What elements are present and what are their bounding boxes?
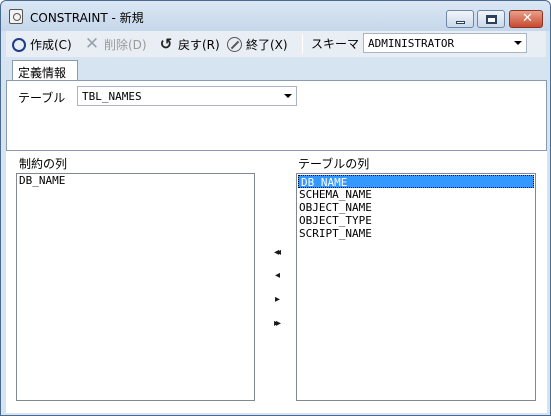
close-button[interactable]: ✕ — [509, 10, 543, 28]
table-columns-list[interactable]: DB_NAME SCHEMA_NAME OBJECT_NAME OBJECT_T… — [296, 173, 536, 401]
list-item[interactable]: OBJECT_NAME — [297, 201, 535, 214]
maximize-button[interactable] — [477, 10, 505, 28]
circle-icon — [12, 37, 26, 52]
list-item[interactable]: SCHEMA_NAME — [297, 188, 535, 201]
table-dropdown[interactable]: TBL_NAMES — [77, 86, 297, 106]
tab-definition[interactable]: 定義情報 — [12, 60, 78, 81]
title-bar[interactable]: CONSTRAINT - 新規 ✕ — [1, 1, 550, 31]
x-icon: ✕ — [84, 34, 100, 54]
back-button[interactable]: ↺ 戻す(R) — [158, 35, 220, 53]
schema-value: ADMINISTRATOR — [368, 37, 455, 50]
chevron-down-icon[interactable] — [284, 94, 292, 98]
schema-dropdown[interactable]: ADMINISTRATOR — [363, 33, 527, 53]
list-item[interactable]: SCRIPT_NAME — [297, 227, 535, 240]
toolbar-separator — [302, 34, 303, 54]
constraint-columns-list[interactable]: DB_NAME — [16, 173, 255, 401]
table-value: TBL_NAMES — [82, 90, 142, 103]
add-all-button[interactable]: ◂◂ — [268, 247, 284, 259]
exit-button[interactable]: 終了(X) — [227, 35, 288, 53]
remove-all-button[interactable]: ▸▸ — [268, 318, 284, 330]
stop-icon — [227, 36, 242, 52]
list-item[interactable]: OBJECT_TYPE — [297, 214, 535, 227]
list-item[interactable]: DB_NAME — [17, 174, 254, 187]
add-button[interactable]: ◂ — [268, 270, 284, 282]
constraint-window: CONSTRAINT - 新規 ✕ 作成(C) ✕ 削除(D) ↺ 戻す(R) … — [0, 0, 551, 416]
list-item[interactable]: DB_NAME — [298, 175, 534, 189]
minimize-button[interactable] — [446, 10, 474, 28]
remove-button[interactable]: ▸ — [268, 294, 284, 306]
minimize-icon — [456, 21, 465, 24]
close-icon: ✕ — [522, 11, 533, 26]
app-icon[interactable] — [9, 9, 23, 24]
schema-label: スキーマ — [311, 37, 360, 51]
exit-label: 終了(X) — [246, 37, 288, 52]
create-label: 作成(C) — [30, 37, 72, 52]
create-button[interactable]: 作成(C) — [12, 35, 72, 53]
table-label: テーブル — [18, 91, 66, 105]
table-columns-label: テーブルの列 — [298, 157, 370, 171]
undo-icon: ↺ — [159, 35, 173, 53]
window-title: CONSTRAINT - 新規 — [30, 11, 144, 25]
delete-button[interactable]: ✕ 削除(D) — [84, 35, 147, 53]
columns-area: 制約の列 DB_NAME ◂◂ ◂ ▸ ▸▸ テーブルの列 DB_NAME SC… — [6, 151, 547, 413]
maximize-icon — [486, 15, 497, 24]
delete-label: 削除(D) — [104, 37, 147, 52]
definition-panel: テーブル TBL_NAMES — [6, 80, 547, 151]
toolbar: 作成(C) ✕ 削除(D) ↺ 戻す(R) 終了(X) スキーマ ADMINIS… — [6, 31, 546, 57]
back-label: 戻す(R) — [178, 37, 220, 52]
chevron-down-icon[interactable] — [514, 41, 522, 45]
constraint-columns-label: 制約の列 — [19, 157, 68, 171]
